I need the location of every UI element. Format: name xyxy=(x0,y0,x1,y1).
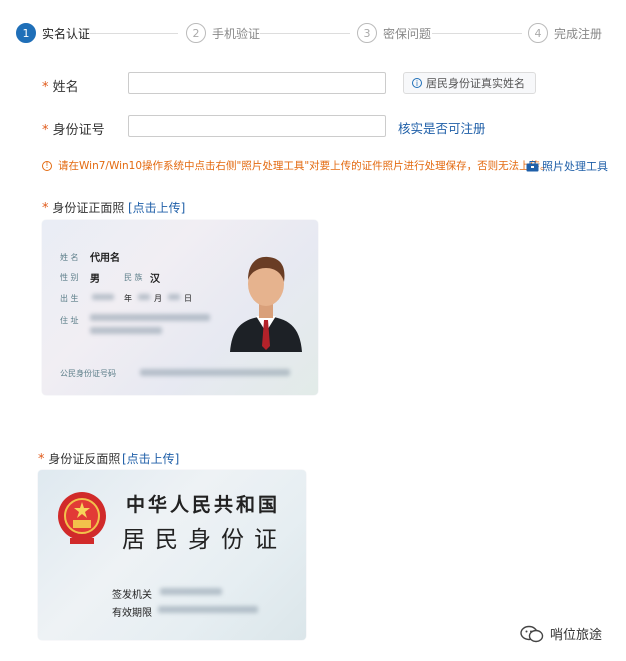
national-emblem-icon xyxy=(58,492,106,544)
name-field-label: * 姓名 xyxy=(42,80,79,95)
id-card-back-sample[interactable]: 中华人民共和国 居民身份证 签发机关 有效期限 xyxy=(38,470,306,640)
photo-tool-link[interactable]: 照片处理工具 xyxy=(526,158,608,174)
warning-icon: ! xyxy=(42,160,52,171)
verify-link[interactable]: 核实是否可注册 xyxy=(398,118,486,137)
step-connector xyxy=(260,33,350,34)
step-3: 3 密保问题 xyxy=(357,22,431,44)
step-1: 1 实名认证 xyxy=(16,22,90,44)
name-input[interactable] xyxy=(128,72,386,94)
wechat-watermark: 哨位旅途 xyxy=(520,624,602,643)
id-field-label: * 身份证号 xyxy=(42,123,105,138)
front-upload-link[interactable]: [点击上传] xyxy=(128,199,185,216)
step-label: 实名认证 xyxy=(42,26,91,41)
step-2: 2 手机验证 xyxy=(186,22,260,44)
id-card-front-sample[interactable]: 姓 名 代用名 性 别 男 民 族 汉 出 生 年 月 日 住 址 公民身份证号… xyxy=(42,220,318,395)
portrait-avatar xyxy=(230,256,302,352)
step-number: 4 xyxy=(528,23,548,43)
wechat-icon xyxy=(520,625,544,642)
back-upload-link[interactable]: [点击上传] xyxy=(122,450,179,467)
required-mark: * xyxy=(42,80,49,95)
step-label: 密保问题 xyxy=(383,26,432,41)
step-number: 1 xyxy=(16,23,36,43)
step-number: 2 xyxy=(186,23,206,43)
required-mark: * xyxy=(42,123,49,138)
name-hint: i 居民身份证真实姓名 xyxy=(403,72,536,94)
front-photo-label: * 身份证正面照 xyxy=(42,201,125,216)
upload-warning: ! 请在Win7/Win10操作系统中点击右侧"照片处理工具"对要上传的证件照片… xyxy=(42,158,551,173)
step-number: 3 xyxy=(357,23,377,43)
step-label: 手机验证 xyxy=(212,26,261,41)
back-photo-label: * 身份证反面照 xyxy=(38,452,121,467)
toolbox-icon xyxy=(526,160,539,171)
info-icon: i xyxy=(412,78,422,88)
step-connector xyxy=(90,33,178,34)
step-connector xyxy=(432,33,522,34)
id-number-input[interactable] xyxy=(128,115,386,137)
step-label: 完成注册 xyxy=(554,26,603,41)
step-4: 4 完成注册 xyxy=(528,22,602,44)
